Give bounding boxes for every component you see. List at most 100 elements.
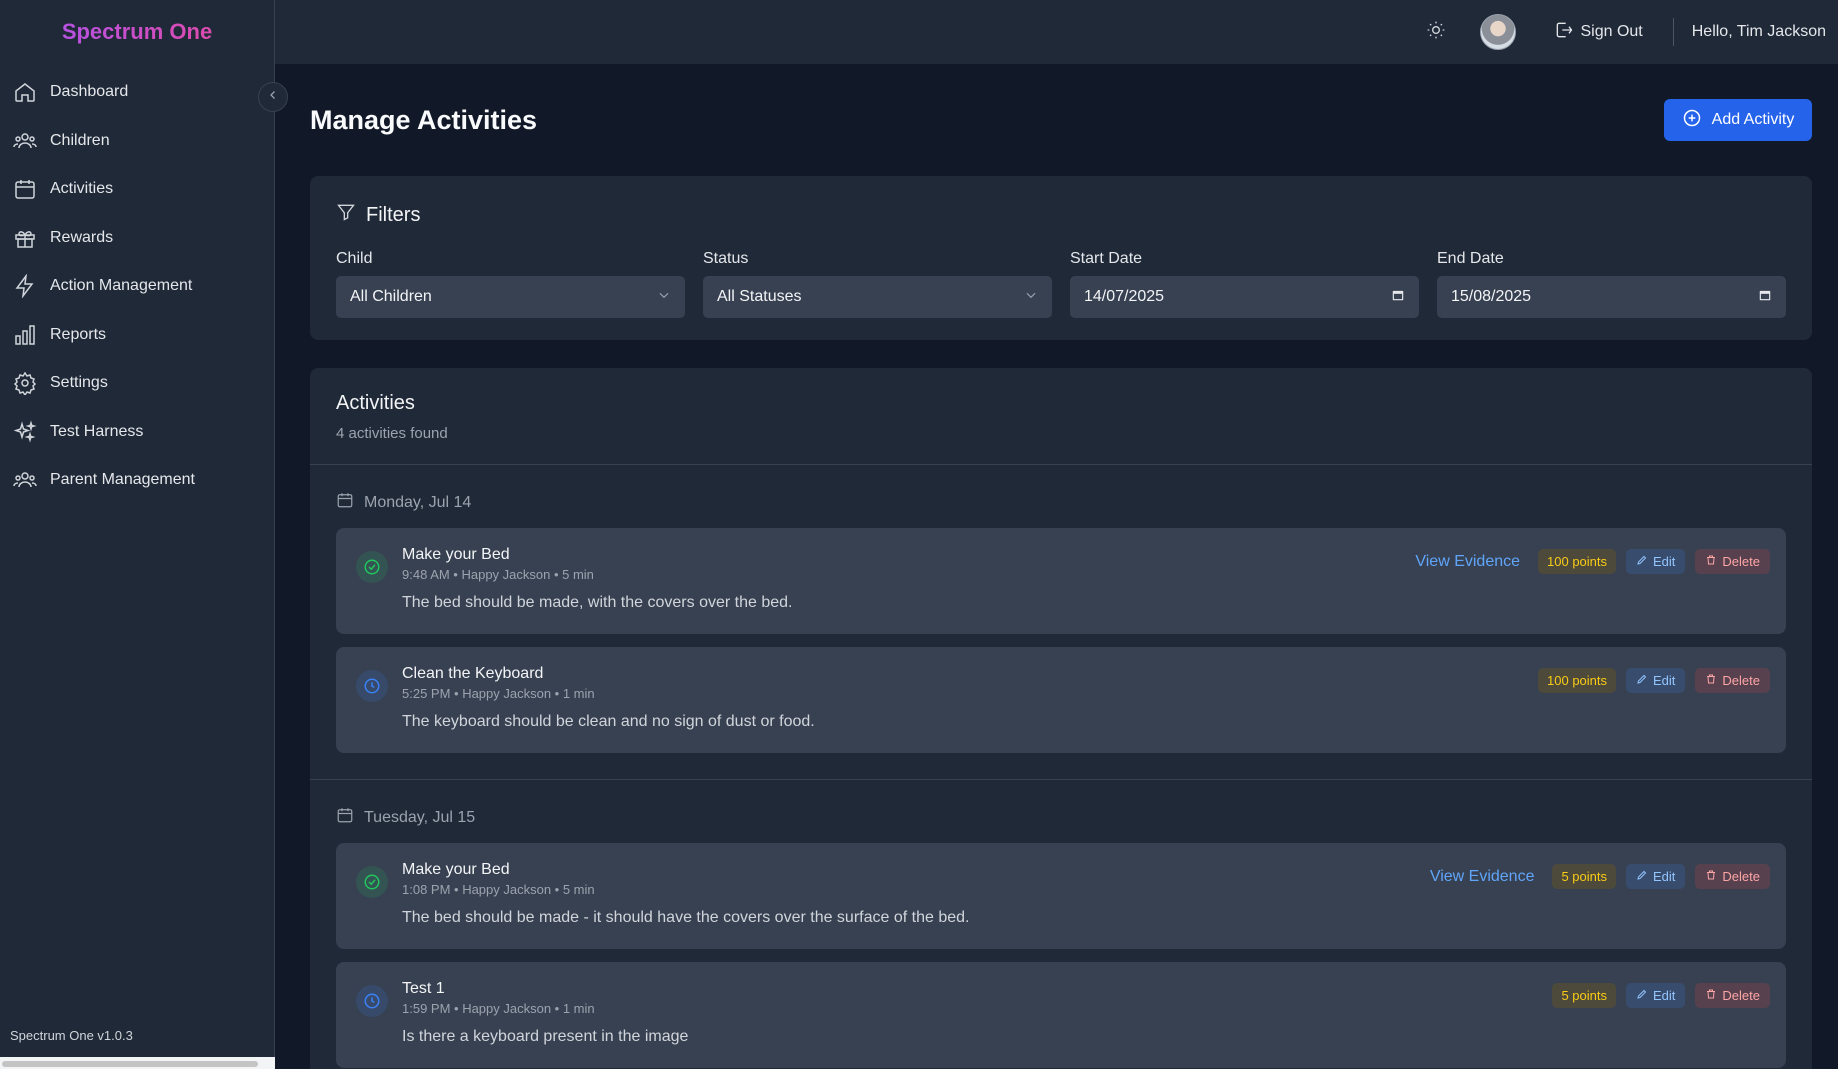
- add-activity-button[interactable]: Add Activity: [1664, 99, 1812, 141]
- calendar-icon: [12, 176, 38, 202]
- app-version: Spectrum One v1.0.3: [10, 1028, 133, 1043]
- end-date-value: 15/08/2025: [1451, 288, 1532, 305]
- start-date-value: 14/07/2025: [1084, 288, 1165, 305]
- view-evidence-link[interactable]: View Evidence: [1415, 553, 1520, 571]
- trash-icon: [1705, 869, 1722, 884]
- activity-actions: View Evidence 100 points Edit Delete: [1415, 549, 1770, 574]
- sidebar-item-reports[interactable]: Reports: [0, 311, 274, 360]
- status-filter: Status All Statuses: [703, 250, 1052, 318]
- theme-toggle-button[interactable]: [1422, 18, 1450, 46]
- edit-button[interactable]: Edit: [1626, 983, 1686, 1008]
- sidebar-item-label: Parent Management: [50, 471, 195, 489]
- top-bar: Sign Out Hello, Tim Jackson: [275, 0, 1838, 64]
- sidebar-item-settings[interactable]: Settings: [0, 359, 274, 408]
- points-badge: 100 points: [1538, 668, 1617, 693]
- day-heading: Monday, Jul 14: [336, 491, 1786, 514]
- status-select[interactable]: All Statuses: [703, 276, 1052, 318]
- trash-icon: [1705, 988, 1722, 1003]
- sidebar-scrollbar[interactable]: [0, 1057, 275, 1069]
- plus-circle-icon: [1682, 108, 1712, 133]
- activities-panel: Activities 4 activities found Monday, Ju…: [310, 368, 1812, 1069]
- child-select[interactable]: All Children: [336, 276, 685, 318]
- delete-button[interactable]: Delete: [1695, 864, 1770, 889]
- sidebar-item-label: Settings: [50, 374, 108, 392]
- sidebar-item-children[interactable]: Children: [0, 117, 274, 166]
- start-date-label: Start Date: [1070, 250, 1143, 267]
- delete-button[interactable]: Delete: [1695, 668, 1770, 693]
- edit-button[interactable]: Edit: [1626, 864, 1686, 889]
- activity-item[interactable]: Test 1 1:59 PM • Happy Jackson • 1 min I…: [336, 962, 1786, 1068]
- sidebar-item-dashboard[interactable]: Dashboard: [0, 68, 274, 117]
- calendar-icon: [336, 806, 364, 829]
- pencil-icon: [1636, 869, 1653, 884]
- filter-icon: [336, 202, 366, 228]
- sidebar-item-label: Reports: [50, 325, 107, 343]
- sidebar-item-activities[interactable]: Activities: [0, 165, 274, 214]
- activity-actions: 100 points Edit Delete: [1538, 668, 1770, 693]
- edit-button[interactable]: Edit: [1626, 549, 1686, 574]
- day-label: Monday, Jul 14: [364, 493, 472, 511]
- activities-count: 4 activities found: [336, 425, 448, 442]
- main-content: Manage Activities Add Activity Filters C…: [310, 64, 1812, 1069]
- sidebar-item-rewards[interactable]: Rewards: [0, 214, 274, 263]
- activity-description: The bed should be made, with the covers …: [402, 594, 793, 611]
- points-badge: 100 points: [1538, 549, 1617, 574]
- users-icon: [12, 467, 38, 493]
- day-label: Tuesday, Jul 15: [364, 808, 476, 826]
- edit-label: Edit: [1653, 554, 1676, 569]
- home-icon: [12, 79, 38, 105]
- pencil-icon: [1636, 988, 1653, 1003]
- gift-icon: [12, 225, 38, 251]
- edit-button[interactable]: Edit: [1626, 668, 1686, 693]
- delete-button[interactable]: Delete: [1695, 549, 1770, 574]
- trash-icon: [1705, 554, 1722, 569]
- child-filter: Child All Children: [336, 250, 685, 318]
- child-select-value: All Children: [350, 288, 432, 305]
- pending-clock-icon: [356, 670, 388, 702]
- sidebar-item-test-harness[interactable]: Test Harness: [0, 408, 274, 457]
- activity-item[interactable]: Make your Bed 9:48 AM • Happy Jackson • …: [336, 528, 1786, 634]
- pencil-icon: [1636, 554, 1653, 569]
- activity-item[interactable]: Clean the Keyboard 5:25 PM • Happy Jacks…: [336, 647, 1786, 753]
- end-date-input[interactable]: 15/08/2025: [1437, 276, 1786, 318]
- calendar-picker-icon[interactable]: [1391, 288, 1405, 307]
- filters-heading: Filters: [336, 202, 1786, 228]
- users-icon: [12, 128, 38, 154]
- activity-item[interactable]: Make your Bed 1:08 PM • Happy Jackson • …: [336, 843, 1786, 949]
- start-date-filter: Start Date 14/07/2025: [1070, 250, 1419, 318]
- trash-icon: [1705, 673, 1722, 688]
- chevron-down-icon: [657, 288, 671, 307]
- collapse-sidebar-button[interactable]: [258, 82, 288, 112]
- filters-panel: Filters Child All Children Status All St…: [310, 176, 1812, 340]
- activities-title: Activities: [336, 392, 415, 414]
- completed-check-icon: [356, 866, 388, 898]
- calendar-picker-icon[interactable]: [1758, 288, 1772, 307]
- start-date-input[interactable]: 14/07/2025: [1070, 276, 1419, 318]
- delete-label: Delete: [1722, 673, 1760, 688]
- sparkles-icon: [12, 419, 38, 445]
- activity-actions: 5 points Edit Delete: [1552, 983, 1770, 1008]
- sidebar-item-action-management[interactable]: Action Management: [0, 262, 274, 311]
- sign-out-label: Sign Out: [1580, 23, 1643, 40]
- end-date-filter: End Date 15/08/2025: [1437, 250, 1786, 318]
- sign-out-button[interactable]: Sign Out: [1554, 20, 1643, 45]
- delete-label: Delete: [1722, 554, 1760, 569]
- brand-logo[interactable]: Spectrum One: [0, 0, 274, 64]
- delete-label: Delete: [1722, 869, 1760, 884]
- completed-check-icon: [356, 551, 388, 583]
- view-evidence-link[interactable]: View Evidence: [1430, 868, 1535, 886]
- activity-description: The keyboard should be clean and no sign…: [402, 713, 815, 730]
- activity-description: The bed should be made - it should have …: [402, 909, 970, 926]
- points-badge: 5 points: [1552, 983, 1617, 1008]
- activity-description: Is there a keyboard present in the image: [402, 1028, 689, 1045]
- sidebar-item-label: Activities: [50, 180, 114, 198]
- add-activity-label: Add Activity: [1711, 111, 1795, 128]
- delete-button[interactable]: Delete: [1695, 983, 1770, 1008]
- day-group: Tuesday, Jul 15 Make your Bed 1:08 PM • …: [310, 780, 1812, 1069]
- child-filter-label: Child: [336, 250, 373, 267]
- lightning-icon: [12, 273, 38, 299]
- scrollbar-thumb[interactable]: [2, 1061, 258, 1067]
- sidebar-item-parent-management[interactable]: Parent Management: [0, 456, 274, 505]
- chevron-left-icon: [267, 88, 279, 106]
- avatar[interactable]: [1480, 14, 1517, 50]
